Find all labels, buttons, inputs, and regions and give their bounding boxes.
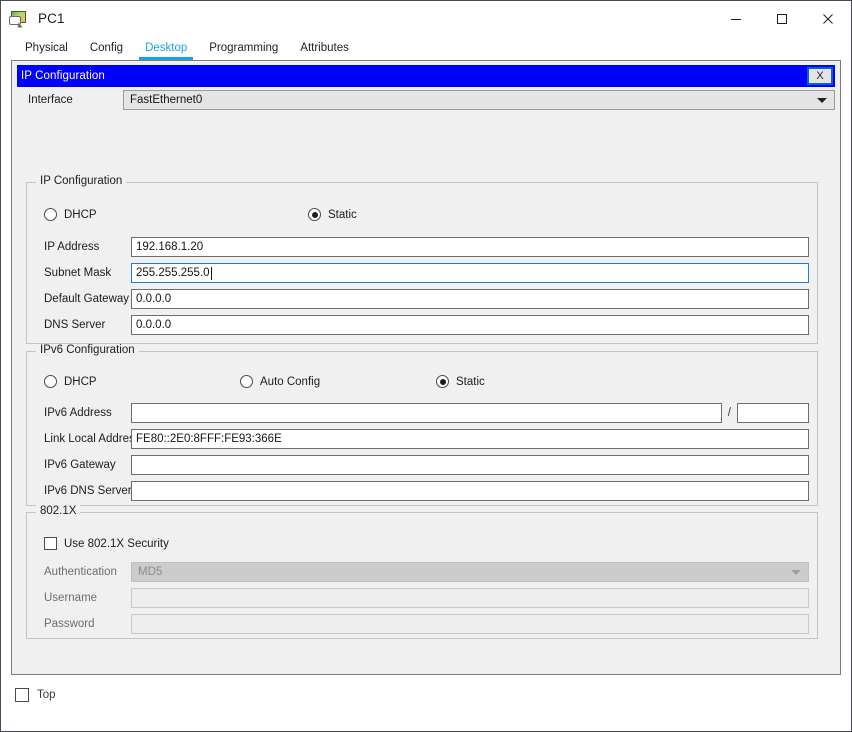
top-checkbox-label: Top (37, 689, 56, 701)
default-gateway-value: 0.0.0.0 (136, 293, 172, 305)
radio-ip-static[interactable]: Static (308, 208, 357, 221)
radio-ip-static-label: Static (328, 208, 357, 221)
use-802-1x-security-checkbox[interactable]: Use 802.1X Security (44, 537, 169, 550)
tab-programming[interactable]: Programming (198, 41, 289, 60)
ipv6-configuration-group-title: IPv6 Configuration (36, 344, 139, 356)
password-label: Password (44, 618, 95, 630)
checkbox-box (44, 537, 57, 550)
top-checkbox[interactable]: Top (15, 688, 56, 702)
window-controls (713, 1, 851, 36)
password-input (131, 614, 809, 634)
interface-row: Interface FastEthernet0 (17, 89, 835, 111)
dot1x-group-title: 802.1X (36, 505, 81, 517)
ipv6-address-label: IPv6 Address (44, 407, 112, 419)
ipv6-address-input[interactable] (131, 403, 722, 423)
username-input (131, 588, 809, 608)
authentication-row: Authentication MD5 (27, 562, 817, 582)
link-local-address-label: Link Local Address (44, 433, 141, 445)
ipv6-prefix-length-input[interactable] (737, 403, 809, 423)
ip-address-row: IP Address 192.168.1.20 (27, 237, 817, 257)
radio-ip-dhcp-label: DHCP (64, 208, 97, 221)
ipv6-address-row: IPv6 Address / (27, 403, 817, 423)
tab-attributes[interactable]: Attributes (289, 41, 360, 60)
radio-ip-dhcp[interactable]: DHCP (44, 208, 97, 221)
radio-ipv6-auto-config[interactable]: Auto Config (240, 375, 320, 388)
link-local-address-value: FE80::2E0:8FFF:FE93:366E (136, 433, 282, 445)
dialog-title: IP Configuration (21, 70, 105, 82)
ip-address-input[interactable]: 192.168.1.20 (131, 237, 809, 257)
minimize-icon[interactable] (713, 1, 759, 36)
desktop-panel: IP Configuration X Interface FastEtherne… (11, 60, 841, 675)
packet-tracer-device-icon (9, 9, 29, 29)
chevron-down-icon (791, 570, 801, 575)
dns-server-row: DNS Server 0.0.0.0 (27, 315, 817, 335)
subnet-mask-value: 255.255.255.0 (136, 267, 210, 279)
default-gateway-row: Default Gateway 0.0.0.0 (27, 289, 817, 309)
authentication-select: MD5 (131, 562, 809, 582)
authentication-label: Authentication (44, 566, 117, 578)
radio-dot (308, 208, 321, 221)
radio-dot (240, 375, 253, 388)
ipv6-gateway-row: IPv6 Gateway (27, 455, 817, 475)
tab-physical[interactable]: Physical (14, 41, 79, 60)
subnet-mask-label: Subnet Mask (44, 267, 112, 279)
text-caret (210, 266, 212, 280)
link-local-address-row: Link Local Address FE80::2E0:8FFF:FE93:3… (27, 429, 817, 449)
checkbox-box (15, 688, 29, 702)
title-bar: PC1 (1, 1, 851, 36)
ip-configuration-group-title: IP Configuration (36, 175, 127, 187)
pc-config-window: PC1 Physical Config Desktop Programming … (0, 0, 852, 732)
dot1x-group: 802.1X Use 802.1X Security Authenticatio… (26, 505, 818, 639)
password-row: Password (27, 614, 817, 634)
interface-label: Interface (28, 94, 73, 106)
radio-ipv6-static-label: Static (456, 375, 485, 388)
link-local-address-input[interactable]: FE80::2E0:8FFF:FE93:366E (131, 429, 809, 449)
ipv6-dns-server-label: IPv6 DNS Server (44, 485, 132, 497)
ipv6-gateway-label: IPv6 Gateway (44, 459, 116, 471)
subnet-mask-input[interactable]: 255.255.255.0 (131, 263, 809, 283)
interface-select[interactable]: FastEthernet0 (123, 90, 835, 110)
dns-server-value: 0.0.0.0 (136, 319, 172, 331)
radio-ipv6-dhcp-label: DHCP (64, 375, 97, 388)
tab-strip: Physical Config Desktop Programming Attr… (1, 36, 851, 60)
dns-server-input[interactable]: 0.0.0.0 (131, 315, 809, 335)
default-gateway-label: Default Gateway (44, 293, 130, 305)
interface-value: FastEthernet0 (130, 94, 203, 106)
radio-dot (436, 375, 449, 388)
username-label: Username (44, 592, 98, 604)
authentication-value: MD5 (138, 566, 163, 578)
window-footer: Top (1, 675, 851, 715)
dialog-close-button[interactable]: X (807, 67, 833, 85)
ipv6-dns-server-row: IPv6 DNS Server (27, 481, 817, 501)
dns-server-label: DNS Server (44, 319, 106, 331)
ipv6-mode-radio-row: DHCP Auto Config Static (27, 375, 817, 393)
close-icon[interactable] (805, 1, 851, 36)
maximize-icon[interactable] (759, 1, 805, 36)
ipv6-configuration-group: IPv6 Configuration DHCP Auto Config Stat… (26, 344, 818, 506)
ip-mode-radio-row: DHCP Static (27, 208, 817, 226)
default-gateway-input[interactable]: 0.0.0.0 (131, 289, 809, 309)
ip-configuration-dialog-header: IP Configuration X (17, 65, 835, 87)
subnet-mask-row: Subnet Mask 255.255.255.0 (27, 263, 817, 283)
use-802-1x-security-label: Use 802.1X Security (64, 537, 169, 550)
ip-configuration-group: IP Configuration DHCP Static IP Address … (26, 175, 818, 344)
ip-address-label: IP Address (44, 241, 100, 253)
tab-desktop[interactable]: Desktop (134, 41, 198, 60)
radio-ipv6-auto-config-label: Auto Config (260, 375, 321, 388)
ipv6-prefix-separator: / (727, 407, 731, 419)
ip-address-value: 192.168.1.20 (136, 241, 204, 253)
ipv6-gateway-input[interactable] (131, 455, 809, 475)
ipv6-dns-server-input[interactable] (131, 481, 809, 501)
radio-dot (44, 208, 57, 221)
tab-config[interactable]: Config (79, 41, 134, 60)
radio-ipv6-dhcp[interactable]: DHCP (44, 375, 97, 388)
chevron-down-icon (817, 98, 827, 103)
radio-ipv6-static[interactable]: Static (436, 375, 485, 388)
username-row: Username (27, 588, 817, 608)
radio-dot (44, 375, 57, 388)
window-title: PC1 (38, 11, 65, 26)
